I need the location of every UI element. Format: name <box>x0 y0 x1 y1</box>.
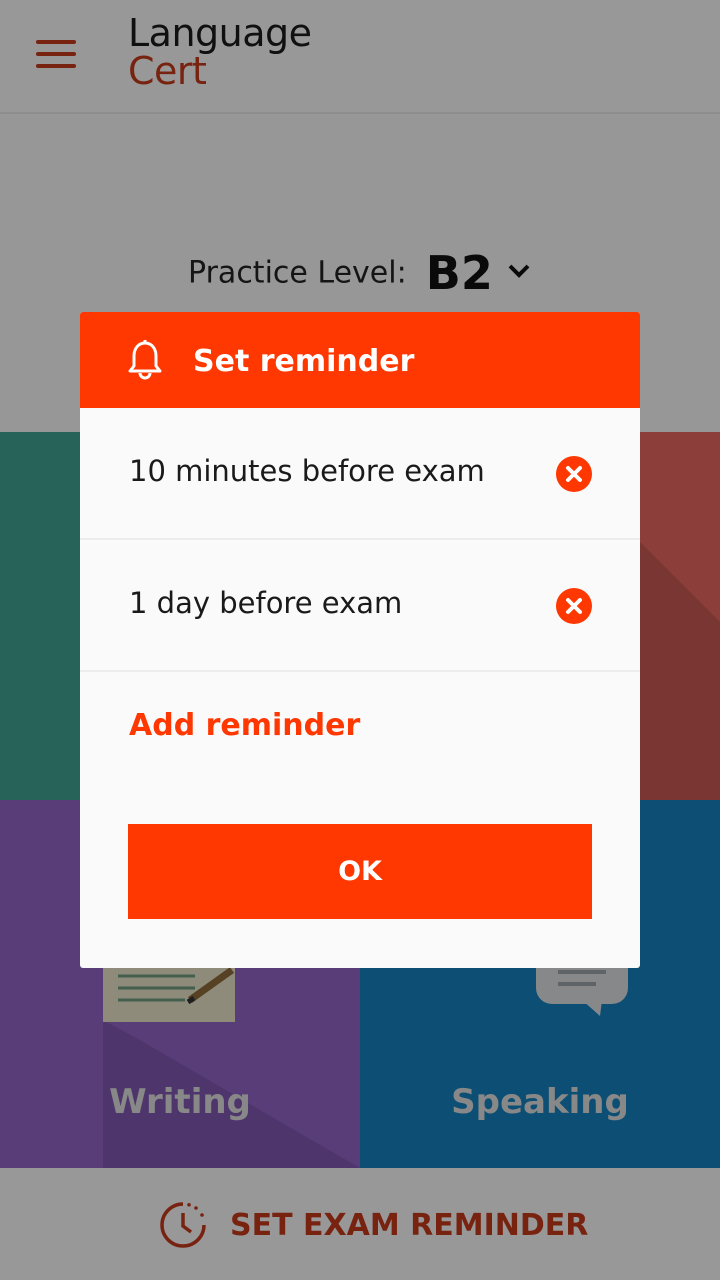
remove-reminder-icon[interactable] <box>556 456 592 492</box>
add-reminder-button[interactable]: Add reminder <box>129 708 360 743</box>
reminder-label: 1 day before exam <box>129 586 403 620</box>
ok-button[interactable]: OK <box>128 824 592 919</box>
reminder-label: 10 minutes before exam <box>129 454 485 488</box>
dialog-header: Set reminder <box>80 312 640 408</box>
set-reminder-dialog: Set reminder 10 minutes before exam 1 da… <box>80 312 640 968</box>
reminder-row: 1 day before exam <box>80 540 640 672</box>
bell-icon <box>128 340 162 384</box>
dialog-title: Set reminder <box>193 344 415 379</box>
remove-reminder-icon[interactable] <box>556 588 592 624</box>
reminder-row: 10 minutes before exam <box>80 408 640 540</box>
